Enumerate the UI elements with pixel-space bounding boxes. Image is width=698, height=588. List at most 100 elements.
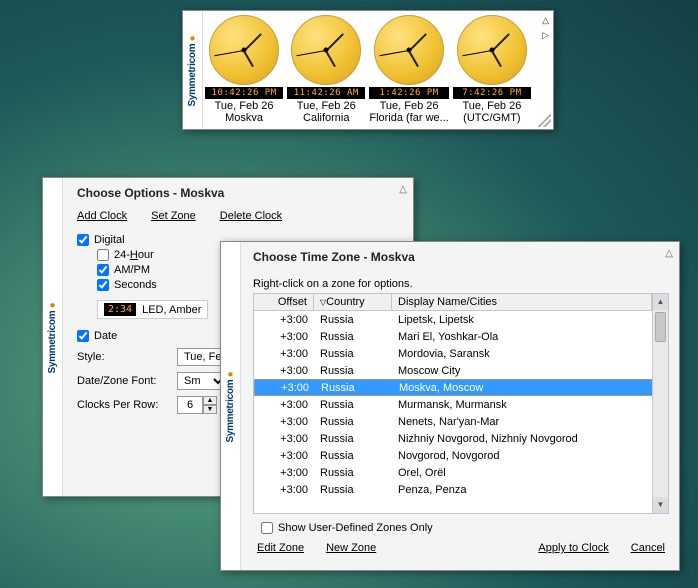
timezone-window: Symmetricom● △ Choose Time Zone - Moskva… — [220, 241, 680, 571]
cell-offset: +3:00 — [254, 484, 314, 496]
table-row[interactable]: +3:00RussiaNovgorod, Novgorod — [254, 447, 668, 464]
table-row[interactable]: +3:00RussiaPenza, Penza — [254, 481, 668, 498]
table-row[interactable]: +3:00RussiaOrel, Orël — [254, 464, 668, 481]
cell-offset: +3:00 — [254, 399, 314, 411]
clock-row: 10:42:26 PMTue, Feb 26Moskva11:42:26 AMT… — [205, 15, 531, 124]
brand-text: Symmetricom● — [225, 369, 236, 443]
cell-country: Russia — [314, 450, 392, 462]
led-preview[interactable]: 2:34 LED, Amber — [97, 300, 208, 319]
seconds-label: Seconds — [114, 279, 157, 291]
table-row[interactable]: +3:00RussiaMoscow City — [254, 362, 668, 379]
scroll-down-icon[interactable]: ▼ — [653, 497, 668, 513]
brand-sidebar: Symmetricom● — [183, 11, 203, 129]
cell-country: Russia — [314, 433, 392, 445]
brand-text: Symmetricom● — [47, 300, 58, 374]
resize-grip-icon[interactable] — [537, 113, 551, 127]
analog-clock-icon — [374, 15, 444, 85]
clock-cell[interactable]: 11:42:26 AMTue, Feb 26California — [287, 15, 365, 124]
vertical-scrollbar[interactable]: ▲ ▼ — [652, 294, 668, 513]
seconds-checkbox[interactable] — [97, 279, 109, 291]
cell-offset: +3:00 — [254, 450, 314, 462]
clock-zone: California — [287, 112, 365, 124]
cell-display: Mari El, Yoshkar-Ola — [392, 331, 668, 343]
cell-country: Russia — [314, 399, 392, 411]
cancel-button[interactable]: Cancel — [631, 542, 665, 554]
clock-zone: Moskva — [205, 112, 283, 124]
tz-footer: Edit Zone New Zone Apply to Clock Cancel — [253, 534, 669, 562]
analog-clock-icon — [291, 15, 361, 85]
analog-clock-icon — [209, 15, 279, 85]
cpr-spinner[interactable]: ▲ ▼ — [177, 396, 217, 414]
cell-country: Russia — [314, 365, 392, 377]
cell-display: Penza, Penza — [392, 484, 668, 496]
set-zone-button[interactable]: Set Zone — [151, 210, 196, 222]
add-clock-button[interactable]: Add Clock — [77, 210, 127, 222]
new-zone-button[interactable]: New Zone — [326, 542, 376, 554]
led-sample: 2:34 — [104, 303, 136, 316]
edit-zone-button[interactable]: Edit Zone — [257, 542, 304, 554]
h24-label: 24-Hour — [114, 249, 154, 261]
scroll-thumb[interactable] — [655, 312, 666, 342]
digital-time: 1:42:26 PM — [369, 87, 448, 99]
cpr-up-icon[interactable]: ▲ — [203, 396, 217, 405]
digital-time: 7:42:26 PM — [453, 87, 531, 99]
digital-checkbox[interactable] — [77, 234, 89, 246]
digital-time: 10:42:26 PM — [205, 87, 283, 99]
collapse-icon[interactable]: △ — [542, 15, 549, 26]
col-display[interactable]: Display Name/Cities — [392, 294, 652, 310]
table-row[interactable]: +3:00RussiaMoskva, Moscow — [254, 379, 668, 396]
clock-date: Tue, Feb 26 — [369, 100, 448, 112]
apply-button[interactable]: Apply to Clock — [538, 542, 608, 554]
table-row[interactable]: +3:00RussiaMari El, Yoshkar-Ola — [254, 328, 668, 345]
table-row[interactable]: +3:00RussiaNizhniy Novgorod, Nizhniy Nov… — [254, 430, 668, 447]
cell-offset: +3:00 — [254, 314, 314, 326]
clock-cell[interactable]: 1:42:26 PMTue, Feb 26Florida (far we... — [369, 15, 448, 124]
date-checkbox[interactable] — [77, 330, 89, 342]
cell-offset: +3:00 — [254, 331, 314, 343]
col-country[interactable]: ▽Country — [314, 294, 392, 310]
h24-checkbox[interactable] — [97, 249, 109, 261]
cell-display: Moscow City — [392, 365, 668, 377]
menu-icon[interactable]: ▷ — [542, 30, 549, 41]
cell-country: Russia — [314, 314, 392, 326]
cell-offset: +3:00 — [255, 382, 315, 394]
tz-grid-rows: +3:00RussiaLipetsk, Lipetsk+3:00RussiaMa… — [254, 311, 668, 513]
date-label: Date — [94, 330, 117, 342]
cell-offset: +3:00 — [254, 467, 314, 479]
analog-clock-icon — [457, 15, 527, 85]
show-user-zones-label: Show User-Defined Zones Only — [278, 522, 433, 534]
options-title: Choose Options - Moskva — [77, 186, 401, 200]
delete-clock-button[interactable]: Delete Clock — [220, 210, 282, 222]
scroll-up-icon[interactable]: ▲ — [653, 294, 668, 310]
cell-offset: +3:00 — [254, 348, 314, 360]
font-label: Date/Zone Font: — [77, 375, 173, 387]
brand-text: Symmetricom● — [187, 33, 198, 107]
tz-grid: Offset ▽Country Display Name/Cities +3:0… — [253, 293, 669, 514]
show-user-zones-checkbox[interactable] — [261, 522, 273, 534]
ampm-checkbox[interactable] — [97, 264, 109, 276]
cell-offset: +3:00 — [254, 416, 314, 428]
tz-title: Choose Time Zone - Moskva — [253, 250, 669, 264]
cell-display: Lipetsk, Lipetsk — [392, 314, 668, 326]
col-offset[interactable]: Offset — [254, 294, 314, 310]
show-user-zones-row[interactable]: Show User-Defined Zones Only — [261, 522, 669, 534]
clock-cell[interactable]: 7:42:26 PMTue, Feb 26(UTC/GMT) — [453, 15, 531, 124]
cell-display: Moskva, Moscow — [393, 382, 667, 394]
table-row[interactable]: +3:00RussiaNenets, Nar'yan-Mar — [254, 413, 668, 430]
clock-zone: (UTC/GMT) — [453, 112, 531, 124]
cell-offset: +3:00 — [254, 433, 314, 445]
cell-display: Mordovia, Saransk — [392, 348, 668, 360]
table-row[interactable]: +3:00RussiaMordovia, Saransk — [254, 345, 668, 362]
cell-country: Russia — [314, 348, 392, 360]
cell-country: Russia — [315, 382, 393, 394]
table-row[interactable]: +3:00RussiaLipetsk, Lipetsk — [254, 311, 668, 328]
cpr-down-icon[interactable]: ▼ — [203, 405, 217, 414]
clock-cell[interactable]: 10:42:26 PMTue, Feb 26Moskva — [205, 15, 283, 124]
cell-country: Russia — [314, 484, 392, 496]
digital-time: 11:42:26 AM — [287, 87, 365, 99]
options-action-row: Add Clock Set Zone Delete Clock — [77, 210, 401, 222]
clockbar-controls: △ ▷ — [542, 15, 549, 41]
cpr-input[interactable] — [177, 396, 203, 414]
table-row[interactable]: +3:00RussiaMurmansk, Murmansk — [254, 396, 668, 413]
brand-sidebar: Symmetricom● — [43, 178, 63, 496]
